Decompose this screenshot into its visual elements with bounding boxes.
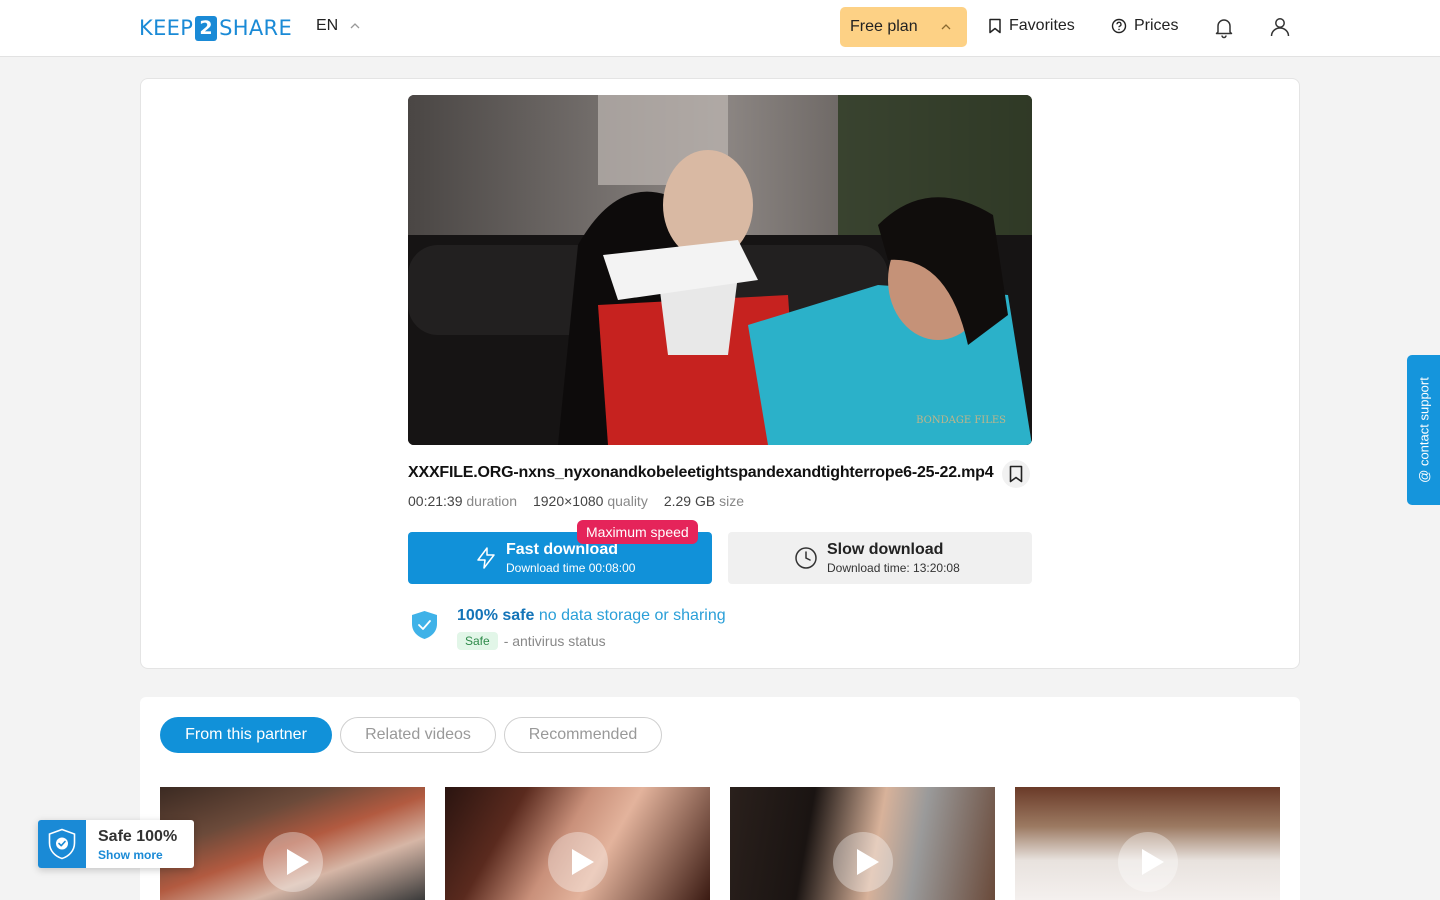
language-label: EN [316, 17, 339, 34]
size-label: size [719, 493, 744, 509]
prices-link[interactable]: Prices [1111, 17, 1178, 35]
bookmark-icon [1009, 465, 1023, 483]
chevron-up-icon [350, 23, 360, 29]
prices-label: Prices [1134, 17, 1179, 34]
quality-value: 1920×1080 [532, 493, 604, 509]
shield-check-icon [412, 611, 437, 639]
meta-quality: 1920×1080 quality [533, 493, 648, 509]
video-preview-image: BONDAGE FILES [408, 95, 1032, 445]
safety-statement: 100% safe no data storage or sharing [457, 607, 726, 625]
favorites-label: Favorites [1009, 17, 1075, 34]
duration-label: duration [466, 493, 517, 509]
meta-size: 2.29 GB size [664, 493, 744, 509]
maximum-speed-badge: Maximum speed [577, 520, 698, 544]
slow-download-button[interactable]: Slow download Download time: 13:20:08 [728, 532, 1032, 584]
video-preview[interactable]: BONDAGE FILES [408, 95, 1032, 445]
size-value: 2.29 GB [663, 493, 716, 509]
file-meta: 00:21:39 duration 1920×1080 quality 2.29… [408, 493, 744, 509]
safety-strong: 100% safe [457, 607, 535, 624]
safe-widget[interactable]: Safe 100% Show more [38, 820, 194, 868]
safe-widget-title: Safe 100% [98, 828, 178, 845]
play-icon [832, 832, 893, 892]
keep2share-logo[interactable]: KEEP 2 SHARE [139, 15, 292, 41]
watermark-text: BONDAGE FILES [916, 415, 1006, 426]
antivirus-text: - antivirus status [503, 633, 606, 649]
tab-recommended[interactable]: Recommended [504, 717, 662, 753]
play-icon [1117, 832, 1178, 892]
add-favorite-button[interactable] [1002, 460, 1030, 488]
antivirus-status: Safe - antivirus status [457, 632, 606, 650]
plan-dropdown-button[interactable]: Free plan [840, 7, 967, 47]
logo-text-share: SHARE [219, 16, 293, 40]
play-icon [262, 832, 323, 892]
tab-from-this-partner[interactable]: From this partner [160, 717, 332, 753]
fast-download-time: Download time 00:08:00 [506, 561, 636, 575]
safety-rest: no data storage or sharing [538, 607, 726, 624]
contact-support-tab[interactable]: @ contact support [1407, 355, 1440, 505]
shield-check-icon [38, 820, 86, 868]
bookmark-icon [989, 18, 1001, 34]
file-name: XXXFILE.ORG-nxns_nyxonandkobeleetightspa… [408, 464, 994, 481]
bell-icon[interactable] [1212, 15, 1236, 39]
plan-label: Free plan [850, 18, 918, 35]
contact-support-label: @ contact support [1416, 377, 1431, 483]
language-selector[interactable]: EN [316, 17, 360, 35]
duration-value: 00:21:39 [408, 493, 463, 509]
video-thumbnail[interactable] [730, 787, 995, 900]
video-thumbnail[interactable] [1015, 787, 1280, 900]
play-icon [547, 832, 608, 892]
quality-label: quality [607, 493, 648, 509]
logo-text-2: 2 [195, 15, 218, 41]
clock-icon [795, 547, 817, 569]
meta-duration: 00:21:39 duration [408, 493, 517, 509]
help-circle-icon [1111, 18, 1127, 34]
logo-text-keep: KEEP [139, 16, 194, 40]
chevron-up-icon [941, 24, 951, 30]
video-thumbnail[interactable] [160, 787, 425, 900]
video-thumbnail[interactable] [445, 787, 710, 900]
safe-widget-link[interactable]: Show more [98, 848, 163, 862]
tab-related-videos[interactable]: Related videos [340, 717, 496, 753]
slow-download-time: Download time: 13:20:08 [827, 561, 960, 575]
favorites-link[interactable]: Favorites [988, 17, 1075, 35]
top-header: KEEP 2 SHARE EN Free plan Favorites Pric… [0, 0, 1440, 57]
lightning-icon [477, 547, 495, 569]
user-icon[interactable] [1268, 15, 1292, 39]
slow-download-title: Slow download [827, 541, 944, 558]
antivirus-badge: Safe [457, 632, 498, 650]
